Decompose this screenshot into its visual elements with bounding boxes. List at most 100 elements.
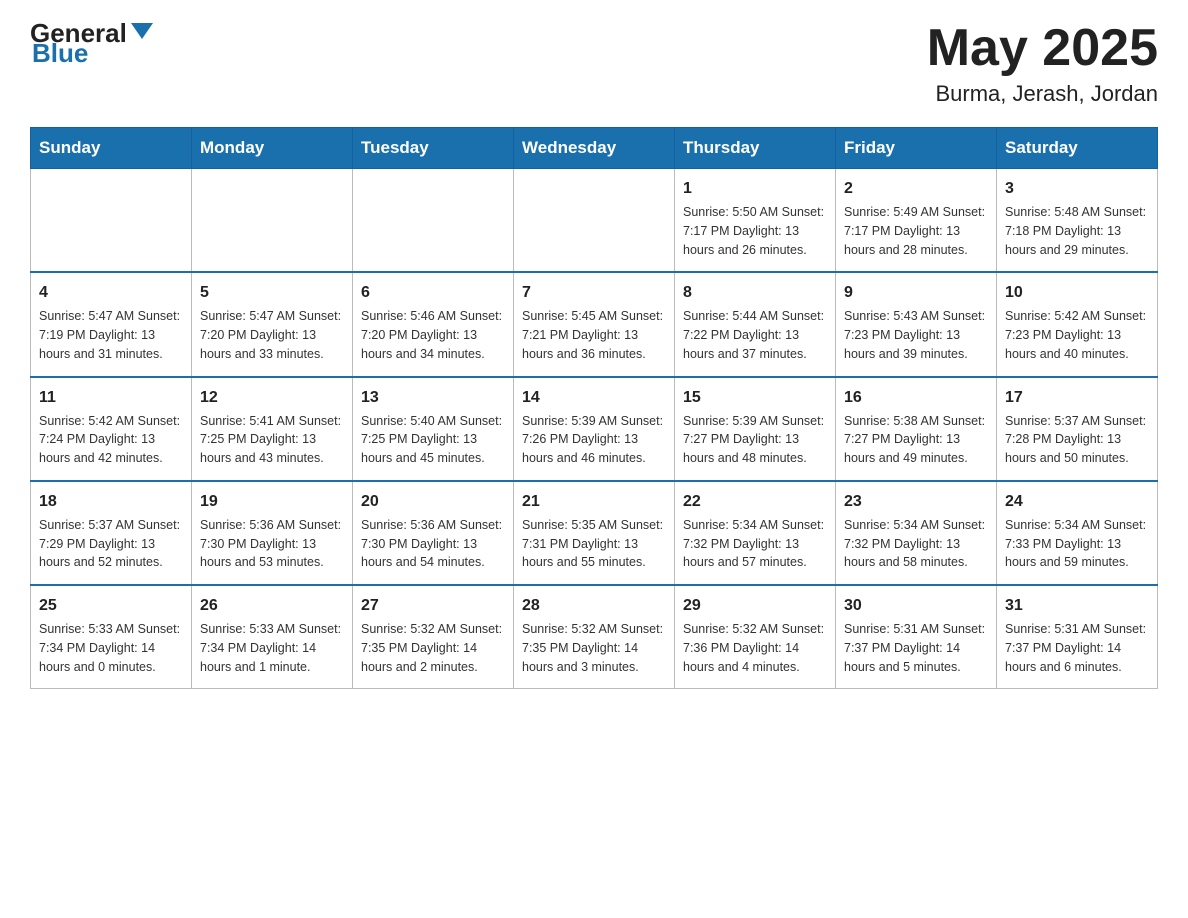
day-info: Sunrise: 5:36 AM Sunset: 7:30 PM Dayligh… — [361, 516, 505, 572]
day-number: 12 — [200, 386, 344, 410]
logo: General Blue — [30, 20, 153, 66]
day-info: Sunrise: 5:39 AM Sunset: 7:27 PM Dayligh… — [683, 412, 827, 468]
calendar-cell: 3Sunrise: 5:48 AM Sunset: 7:18 PM Daylig… — [997, 169, 1158, 273]
calendar-cell: 4Sunrise: 5:47 AM Sunset: 7:19 PM Daylig… — [31, 272, 192, 376]
calendar-cell: 15Sunrise: 5:39 AM Sunset: 7:27 PM Dayli… — [675, 377, 836, 481]
calendar-cell: 5Sunrise: 5:47 AM Sunset: 7:20 PM Daylig… — [192, 272, 353, 376]
calendar-cell: 16Sunrise: 5:38 AM Sunset: 7:27 PM Dayli… — [836, 377, 997, 481]
calendar-cell: 25Sunrise: 5:33 AM Sunset: 7:34 PM Dayli… — [31, 585, 192, 689]
calendar-cell: 29Sunrise: 5:32 AM Sunset: 7:36 PM Dayli… — [675, 585, 836, 689]
calendar-cell: 26Sunrise: 5:33 AM Sunset: 7:34 PM Dayli… — [192, 585, 353, 689]
day-info: Sunrise: 5:33 AM Sunset: 7:34 PM Dayligh… — [200, 620, 344, 676]
calendar-week-row: 25Sunrise: 5:33 AM Sunset: 7:34 PM Dayli… — [31, 585, 1158, 689]
day-number: 28 — [522, 594, 666, 618]
day-info: Sunrise: 5:43 AM Sunset: 7:23 PM Dayligh… — [844, 307, 988, 363]
calendar-cell: 7Sunrise: 5:45 AM Sunset: 7:21 PM Daylig… — [514, 272, 675, 376]
day-number: 19 — [200, 490, 344, 514]
day-info: Sunrise: 5:44 AM Sunset: 7:22 PM Dayligh… — [683, 307, 827, 363]
day-number: 26 — [200, 594, 344, 618]
day-number: 29 — [683, 594, 827, 618]
day-info: Sunrise: 5:32 AM Sunset: 7:35 PM Dayligh… — [522, 620, 666, 676]
day-number: 16 — [844, 386, 988, 410]
calendar-cell: 12Sunrise: 5:41 AM Sunset: 7:25 PM Dayli… — [192, 377, 353, 481]
calendar-header-friday: Friday — [836, 128, 997, 169]
logo-blue-text: Blue — [30, 40, 88, 66]
location-text: Burma, Jerash, Jordan — [927, 81, 1158, 107]
calendar-cell: 21Sunrise: 5:35 AM Sunset: 7:31 PM Dayli… — [514, 481, 675, 585]
day-number: 8 — [683, 281, 827, 305]
day-number: 10 — [1005, 281, 1149, 305]
day-number: 27 — [361, 594, 505, 618]
day-info: Sunrise: 5:40 AM Sunset: 7:25 PM Dayligh… — [361, 412, 505, 468]
day-info: Sunrise: 5:35 AM Sunset: 7:31 PM Dayligh… — [522, 516, 666, 572]
day-number: 6 — [361, 281, 505, 305]
day-info: Sunrise: 5:34 AM Sunset: 7:32 PM Dayligh… — [683, 516, 827, 572]
calendar-header-tuesday: Tuesday — [353, 128, 514, 169]
month-title: May 2025 — [927, 20, 1158, 77]
calendar-cell — [353, 169, 514, 273]
day-info: Sunrise: 5:32 AM Sunset: 7:35 PM Dayligh… — [361, 620, 505, 676]
day-info: Sunrise: 5:46 AM Sunset: 7:20 PM Dayligh… — [361, 307, 505, 363]
day-number: 30 — [844, 594, 988, 618]
day-info: Sunrise: 5:37 AM Sunset: 7:28 PM Dayligh… — [1005, 412, 1149, 468]
title-area: May 2025 Burma, Jerash, Jordan — [927, 20, 1158, 107]
calendar-cell: 19Sunrise: 5:36 AM Sunset: 7:30 PM Dayli… — [192, 481, 353, 585]
page-header: General Blue May 2025 Burma, Jerash, Jor… — [30, 20, 1158, 107]
day-info: Sunrise: 5:36 AM Sunset: 7:30 PM Dayligh… — [200, 516, 344, 572]
calendar-table: SundayMondayTuesdayWednesdayThursdayFrid… — [30, 127, 1158, 689]
day-info: Sunrise: 5:31 AM Sunset: 7:37 PM Dayligh… — [1005, 620, 1149, 676]
day-info: Sunrise: 5:33 AM Sunset: 7:34 PM Dayligh… — [39, 620, 183, 676]
day-number: 23 — [844, 490, 988, 514]
day-info: Sunrise: 5:39 AM Sunset: 7:26 PM Dayligh… — [522, 412, 666, 468]
day-info: Sunrise: 5:50 AM Sunset: 7:17 PM Dayligh… — [683, 203, 827, 259]
calendar-cell: 14Sunrise: 5:39 AM Sunset: 7:26 PM Dayli… — [514, 377, 675, 481]
day-number: 22 — [683, 490, 827, 514]
calendar-header-saturday: Saturday — [997, 128, 1158, 169]
calendar-cell: 30Sunrise: 5:31 AM Sunset: 7:37 PM Dayli… — [836, 585, 997, 689]
day-number: 9 — [844, 281, 988, 305]
logo-triangle-icon — [131, 23, 153, 39]
calendar-week-row: 11Sunrise: 5:42 AM Sunset: 7:24 PM Dayli… — [31, 377, 1158, 481]
day-number: 31 — [1005, 594, 1149, 618]
day-info: Sunrise: 5:34 AM Sunset: 7:32 PM Dayligh… — [844, 516, 988, 572]
calendar-week-row: 4Sunrise: 5:47 AM Sunset: 7:19 PM Daylig… — [31, 272, 1158, 376]
day-info: Sunrise: 5:38 AM Sunset: 7:27 PM Dayligh… — [844, 412, 988, 468]
day-info: Sunrise: 5:45 AM Sunset: 7:21 PM Dayligh… — [522, 307, 666, 363]
calendar-cell: 24Sunrise: 5:34 AM Sunset: 7:33 PM Dayli… — [997, 481, 1158, 585]
day-number: 14 — [522, 386, 666, 410]
day-number: 20 — [361, 490, 505, 514]
day-info: Sunrise: 5:32 AM Sunset: 7:36 PM Dayligh… — [683, 620, 827, 676]
day-number: 7 — [522, 281, 666, 305]
calendar-cell: 2Sunrise: 5:49 AM Sunset: 7:17 PM Daylig… — [836, 169, 997, 273]
calendar-cell: 13Sunrise: 5:40 AM Sunset: 7:25 PM Dayli… — [353, 377, 514, 481]
day-number: 18 — [39, 490, 183, 514]
calendar-cell: 9Sunrise: 5:43 AM Sunset: 7:23 PM Daylig… — [836, 272, 997, 376]
calendar-header-sunday: Sunday — [31, 128, 192, 169]
calendar-cell: 8Sunrise: 5:44 AM Sunset: 7:22 PM Daylig… — [675, 272, 836, 376]
day-number: 25 — [39, 594, 183, 618]
day-number: 5 — [200, 281, 344, 305]
day-number: 11 — [39, 386, 183, 410]
day-number: 21 — [522, 490, 666, 514]
day-info: Sunrise: 5:31 AM Sunset: 7:37 PM Dayligh… — [844, 620, 988, 676]
day-number: 15 — [683, 386, 827, 410]
calendar-cell: 17Sunrise: 5:37 AM Sunset: 7:28 PM Dayli… — [997, 377, 1158, 481]
calendar-cell: 31Sunrise: 5:31 AM Sunset: 7:37 PM Dayli… — [997, 585, 1158, 689]
calendar-cell: 22Sunrise: 5:34 AM Sunset: 7:32 PM Dayli… — [675, 481, 836, 585]
day-info: Sunrise: 5:47 AM Sunset: 7:19 PM Dayligh… — [39, 307, 183, 363]
calendar-cell: 20Sunrise: 5:36 AM Sunset: 7:30 PM Dayli… — [353, 481, 514, 585]
day-number: 1 — [683, 177, 827, 201]
calendar-cell: 18Sunrise: 5:37 AM Sunset: 7:29 PM Dayli… — [31, 481, 192, 585]
day-info: Sunrise: 5:42 AM Sunset: 7:23 PM Dayligh… — [1005, 307, 1149, 363]
calendar-cell: 27Sunrise: 5:32 AM Sunset: 7:35 PM Dayli… — [353, 585, 514, 689]
calendar-cell: 28Sunrise: 5:32 AM Sunset: 7:35 PM Dayli… — [514, 585, 675, 689]
day-number: 24 — [1005, 490, 1149, 514]
day-number: 13 — [361, 386, 505, 410]
calendar-cell: 6Sunrise: 5:46 AM Sunset: 7:20 PM Daylig… — [353, 272, 514, 376]
day-info: Sunrise: 5:41 AM Sunset: 7:25 PM Dayligh… — [200, 412, 344, 468]
calendar-week-row: 1Sunrise: 5:50 AM Sunset: 7:17 PM Daylig… — [31, 169, 1158, 273]
calendar-cell: 11Sunrise: 5:42 AM Sunset: 7:24 PM Dayli… — [31, 377, 192, 481]
calendar-week-row: 18Sunrise: 5:37 AM Sunset: 7:29 PM Dayli… — [31, 481, 1158, 585]
day-info: Sunrise: 5:42 AM Sunset: 7:24 PM Dayligh… — [39, 412, 183, 468]
day-info: Sunrise: 5:48 AM Sunset: 7:18 PM Dayligh… — [1005, 203, 1149, 259]
